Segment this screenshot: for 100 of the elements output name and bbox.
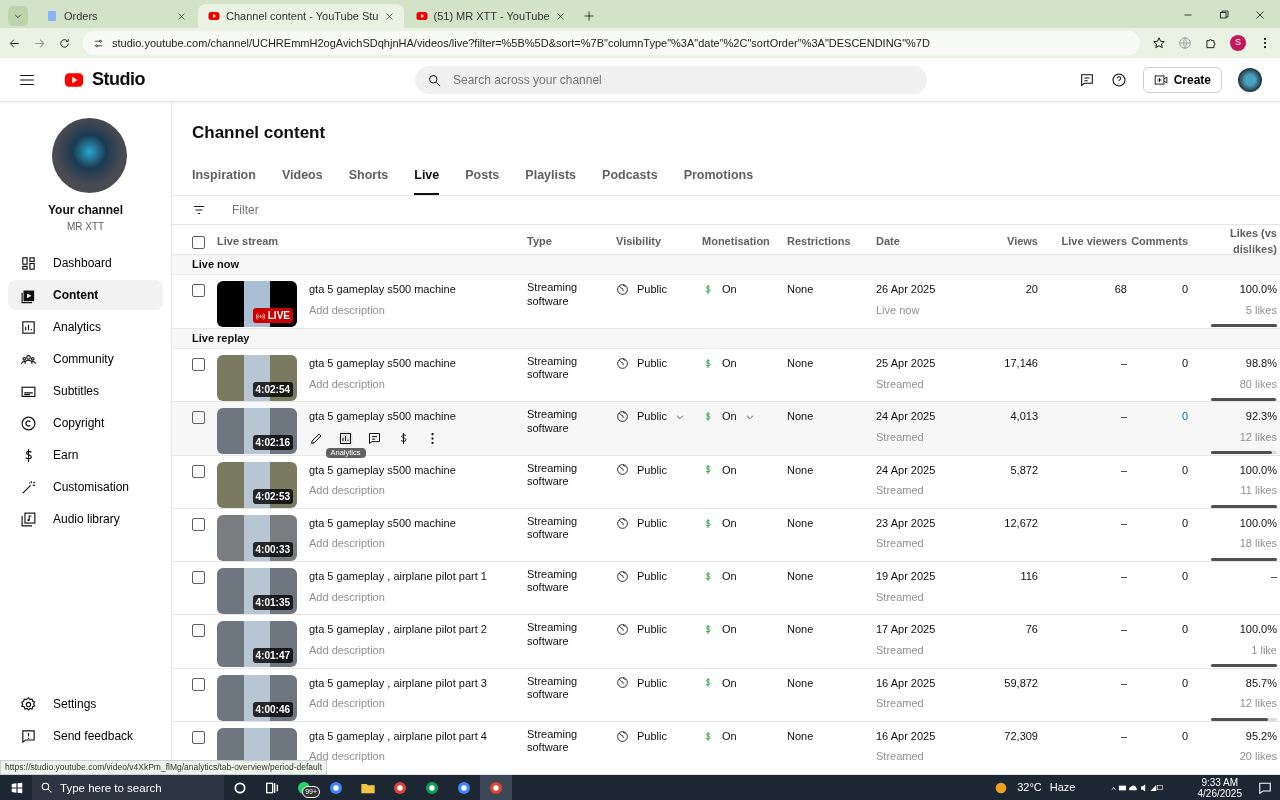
comments-count[interactable]: 0 (1181, 410, 1188, 423)
sidebar-item[interactable]: Analytics (8, 312, 163, 342)
taskbar-app-button[interactable] (480, 775, 512, 800)
sidebar-item[interactable]: Customisation (8, 472, 163, 502)
row-checkbox[interactable] (192, 624, 205, 638)
thumbnail-placeholder[interactable]: LIVE (217, 281, 297, 328)
video-title[interactable]: gta 5 gameplay , airplane pilot part 1 (309, 568, 487, 585)
content-tab[interactable]: Live (414, 159, 440, 196)
studio-logo-text: Studio (92, 68, 145, 91)
sidebar-item[interactable]: Settings (8, 689, 163, 719)
date-status: Streamed (876, 429, 925, 445)
row-checkbox[interactable] (192, 730, 205, 744)
comments-count: 0 (1181, 463, 1188, 476)
thumbnail-placeholder[interactable]: 4:00:46 (217, 674, 297, 721)
comments-count: 0 (1181, 676, 1188, 689)
comment-icon[interactable] (367, 430, 382, 446)
row-checkbox[interactable] (192, 464, 205, 478)
close-icon[interactable] (177, 11, 186, 21)
sidebar-item[interactable]: Subtitles (8, 376, 163, 406)
create-button[interactable]: Create (1142, 66, 1222, 93)
sidebar-item[interactable]: Send feedback (8, 721, 163, 751)
help-icon[interactable] (1110, 71, 1127, 88)
monetisation-text[interactable]: On (722, 408, 737, 425)
channel-title: Your channel (46, 202, 125, 219)
content-tab[interactable]: Podcasts (602, 159, 658, 196)
video-title[interactable]: gta 5 gameplay , airplane pilot part 2 (309, 621, 487, 638)
sidebar-item[interactable]: Community (8, 344, 163, 374)
date-text: 19 Apr 2025 (876, 569, 937, 585)
browser-tab[interactable]: Orders (36, 4, 196, 28)
live-viewers-count: – (1119, 409, 1127, 425)
star-icon[interactable] (1152, 36, 1166, 50)
close-icon[interactable] (555, 11, 565, 21)
live-viewers-count: – (1119, 675, 1127, 691)
browser-tab[interactable]: Channel content - YouTube Stu (198, 4, 404, 28)
row-checkbox[interactable] (192, 571, 205, 585)
analytics-icon[interactable] (338, 430, 353, 446)
content-tab[interactable]: Promotions (683, 159, 754, 196)
row-checkbox[interactable] (192, 284, 205, 298)
date-status: Streamed (876, 589, 925, 605)
sidebar-item[interactable]: Copyright (8, 408, 163, 438)
row-checkbox[interactable] (192, 677, 205, 691)
content-tab[interactable]: Playlists (525, 159, 577, 196)
thumbnail-placeholder[interactable]: 4:01:35 (217, 568, 297, 615)
back-icon[interactable] (8, 36, 21, 50)
table-row[interactable]: 4:00:46 gta 5 gameplay , airplane pilot part 3 Add description Streaming software Public On None 16 Apr 2025 Streamed 59,872 – 0 85.7% 12 likes (172, 668, 1280, 722)
table-row[interactable]: 4:01:35 gta 5 gameplay , airplane pilot part 1 Add description Streaming software Public On None 19 Apr 2025 Streamed 116 – 0 – (172, 562, 1280, 616)
notification-icon[interactable] (1258, 780, 1272, 795)
globe-icon (616, 623, 629, 637)
windows-icon[interactable] (10, 780, 24, 795)
date-status: Streamed (876, 376, 925, 392)
thumbnail-placeholder[interactable]: 4:02:16 (217, 408, 297, 455)
feedback-icon[interactable] (1078, 71, 1095, 88)
sidebar-item[interactable]: Earn (8, 440, 163, 470)
play-icon (208, 10, 220, 22)
video-title[interactable]: gta 5 gameplay , airplane pilot part 4 (309, 727, 487, 745)
thumbnail-placeholder[interactable]: 4:02:53 (217, 461, 297, 508)
video-title[interactable]: gta 5 gameplay s500 machine (309, 514, 456, 532)
account-avatar[interactable] (1238, 67, 1262, 92)
sidebar-item[interactable]: Audio library (8, 504, 163, 534)
monetisation-text: On (722, 282, 737, 298)
content-tab[interactable]: Videos (281, 159, 323, 196)
table-row[interactable]: 4:02:53 gta 5 gameplay s500 machine Add description Streaming software Public On None 24 Apr 2025 Streamed 5,872 – 0 100.0% 11 likes (172, 455, 1280, 509)
type-text: Streaming software (527, 727, 579, 755)
table-row[interactable]: 4:00:33 gta 5 gameplay s500 machine Add description Streaming software Public On None 23 Apr 2025 Streamed 12,672 – 0 100.0% 18 likes (172, 508, 1280, 563)
row-checkbox[interactable] (192, 517, 205, 531)
browser-icon (488, 779, 504, 796)
content-tab[interactable]: Posts (465, 159, 500, 196)
comments-count: 0 (1181, 623, 1188, 636)
music-library-icon (20, 510, 37, 528)
type-text: Streaming software (527, 355, 579, 382)
reload-icon[interactable] (58, 36, 71, 50)
select-all-checkbox[interactable] (192, 236, 205, 250)
thumbnail-placeholder[interactable]: 4:01:47 (217, 621, 297, 668)
table-row[interactable]: LIVE gta 5 gameplay s500 machine Add description Streaming software Public On None 26 Apr 2025 Live now 20 68 0 100.0% 5 likes (172, 275, 1280, 329)
video-title[interactable]: gta 5 gameplay s500 machine (309, 461, 456, 479)
puzzle-icon[interactable] (1204, 36, 1218, 50)
taskbar-search-field[interactable]: Type here to search (32, 775, 224, 800)
video-title[interactable]: gta 5 gameplay , airplane pilot part 3 (309, 674, 487, 692)
row-checkbox[interactable] (192, 411, 205, 425)
section-header: Live replay (172, 328, 1280, 350)
table-row[interactable]: 4:01:47 gta 5 gameplay , airplane pilot part 2 Add description Streaming software Public On None 17 Apr 2025 Streamed 76 – 0 100.0% 1 like (172, 615, 1280, 669)
visibility-text[interactable]: Public (637, 408, 667, 425)
content-tab[interactable]: Shorts (348, 159, 389, 196)
sidebar-item[interactable]: Content (8, 280, 163, 310)
row-checkbox[interactable] (192, 358, 205, 372)
browser-tab[interactable]: (51) MR XTT - YouTube (405, 4, 575, 28)
search-field[interactable]: Search across your channel (415, 65, 927, 94)
video-title[interactable]: gta 5 gameplay s500 machine (309, 408, 456, 425)
new-tab-icon[interactable] (582, 10, 595, 22)
weather-text: Haze (1049, 780, 1076, 796)
restore-icon[interactable] (1218, 9, 1230, 21)
profile-avatar[interactable]: S (1230, 35, 1246, 51)
sidebar-item[interactable]: Dashboard (8, 248, 163, 278)
close-icon[interactable] (1254, 9, 1266, 21)
thumbnail-placeholder[interactable]: 4:02:54 (217, 355, 297, 402)
thumbnail-placeholder[interactable]: 4:00:33 (217, 514, 297, 561)
video-title[interactable]: gta 5 gameplay s500 machine (309, 355, 456, 372)
video-title[interactable]: gta 5 gameplay s500 machine (309, 281, 456, 298)
content-tab[interactable]: Inspiration (192, 159, 256, 196)
close-icon[interactable] (384, 11, 394, 21)
